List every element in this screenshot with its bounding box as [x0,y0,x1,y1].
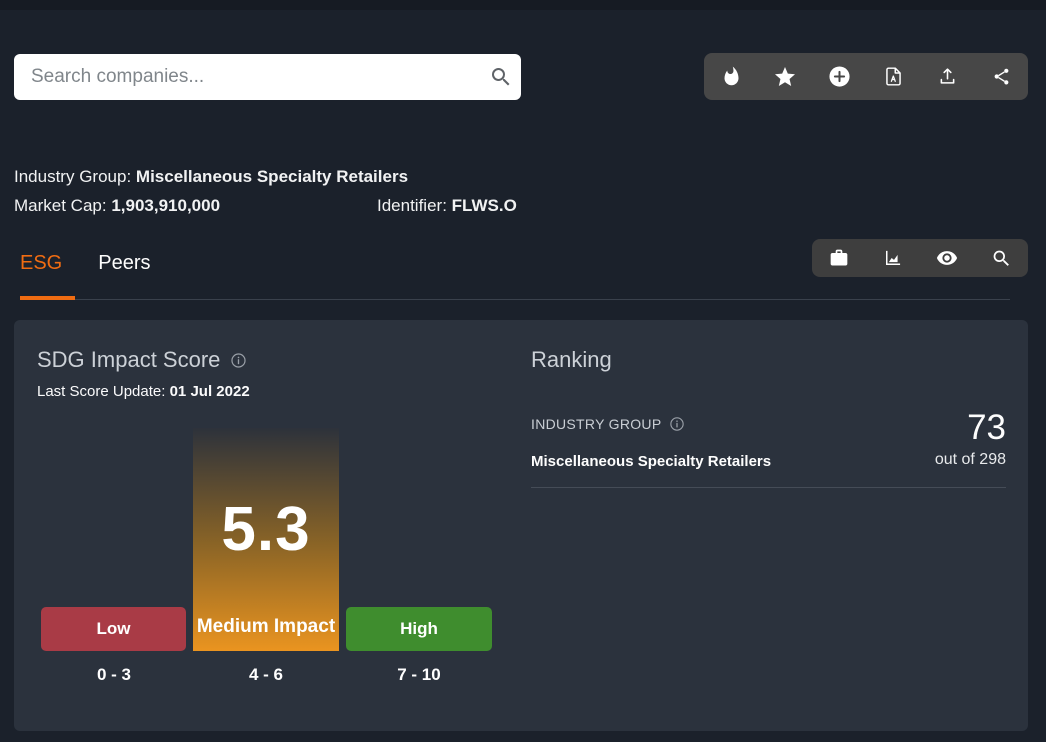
tab-esg[interactable]: ESG [20,252,62,299]
identifier-label: Identifier: [377,196,447,215]
eye-icon[interactable] [927,239,967,277]
market-cap-row: Market Cap: 1,903,910,000 Identifier: FL… [14,191,1014,220]
industry-group-value: Miscellaneous Specialty Retailers [136,167,408,186]
company-info: Industry Group: Miscellaneous Specialty … [14,162,1014,220]
app-screen: Industry Group: Miscellaneous Specialty … [0,0,1046,742]
last-score-update: Last Score Update: 01 Jul 2022 [37,383,250,400]
tab-bar: ESG Peers [20,252,151,299]
info-icon[interactable] [230,352,247,369]
gauge-medium-segment: 5.3 Medium Impact [193,428,339,651]
ranking-header: Ranking [531,347,612,373]
top-strip [0,0,1046,10]
upload-icon[interactable] [927,53,967,100]
search-input[interactable] [14,66,481,88]
view-toolbar [812,239,1028,277]
sdg-score-header: SDG Impact Score [37,347,247,373]
ranking-out-of: out of 298 [935,451,1006,469]
sdg-score-value: 5.3 [193,494,339,565]
market-cap-value: 1,903,910,000 [111,196,220,215]
ranking-rank: 73 [967,408,1006,448]
search-icon[interactable] [481,65,521,89]
identifier-value: FLWS.O [452,196,517,215]
company-search-bar [14,54,521,100]
star-icon[interactable] [765,53,805,100]
briefcase-icon[interactable] [819,239,859,277]
sdg-score-title: SDG Impact Score [37,347,220,373]
industry-group-label: Industry Group: [14,167,131,186]
ranking-group-value: Miscellaneous Specialty Retailers [531,453,771,470]
area-chart-icon[interactable] [873,239,913,277]
search-view-icon[interactable] [981,239,1021,277]
industry-group-row: Industry Group: Miscellaneous Specialty … [14,162,1014,191]
ranking-divider [531,487,1006,488]
gauge-high-segment: High [346,607,492,651]
gauge-medium-label: Medium Impact [193,616,339,638]
last-update-label: Last Score Update: [37,383,165,400]
market-cap-label: Market Cap: [14,196,107,215]
pdf-file-icon[interactable] [873,53,913,100]
tab-bar-divider [20,299,1010,300]
gauge-high-label: High [400,619,438,639]
share-icon[interactable] [981,53,1021,100]
tab-peers[interactable]: Peers [98,252,150,299]
ranking-group-row: INDUSTRY GROUP [531,416,685,432]
range-low: 0 - 3 [41,665,187,685]
ranking-group-label: INDUSTRY GROUP [531,416,661,432]
info-icon[interactable] [669,416,685,432]
range-high: 7 - 10 [346,665,492,685]
top-toolbar [704,53,1028,100]
esg-panel-card: SDG Impact Score Last Score Update: 01 J… [14,320,1028,731]
active-tab-underline [20,296,75,300]
last-update-value: 01 Jul 2022 [170,383,250,400]
identifier-wrap: Identifier: FLWS.O [377,191,517,220]
range-medium: 4 - 6 [193,665,339,685]
gauge-low-segment: Low [41,607,186,651]
ranking-title: Ranking [531,347,612,373]
plus-circle-icon[interactable] [819,53,859,100]
flame-icon[interactable] [711,53,751,100]
gauge-low-label: Low [97,619,131,639]
